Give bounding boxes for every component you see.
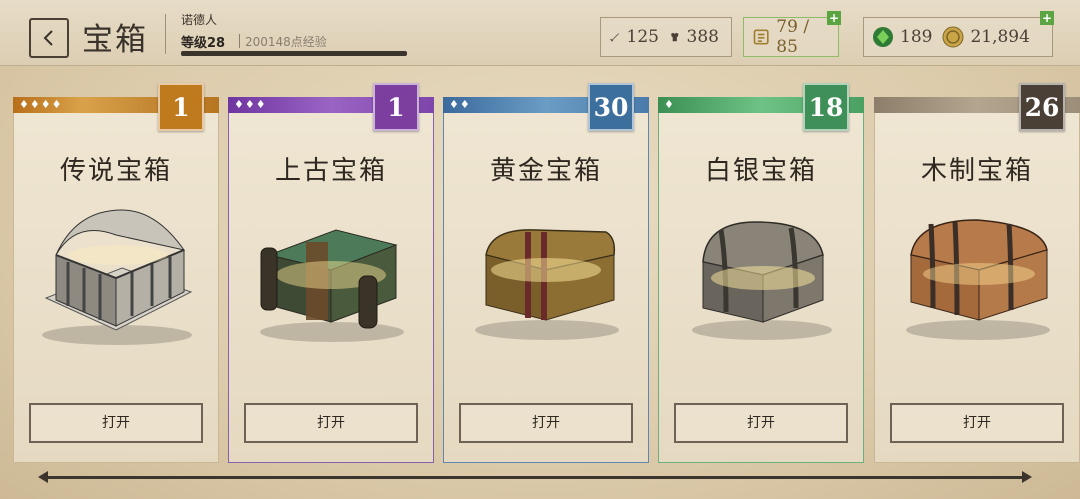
chevron-left-icon xyxy=(43,30,53,46)
back-button[interactable] xyxy=(29,18,69,58)
chest-count-badge: 18 xyxy=(803,83,849,131)
rarity-diamonds: ♦ xyxy=(664,98,675,111)
bag-icon xyxy=(753,29,769,45)
open-chest-button[interactable]: 打开 xyxy=(244,403,418,443)
armor-icon xyxy=(671,32,679,42)
chest-name: 木制宝箱 xyxy=(920,156,1033,186)
currency-stats: 189 21,894 xyxy=(863,17,1053,57)
gold-value: 21,894 xyxy=(970,27,1030,47)
chest-card-wood[interactable]: 26 木制宝箱 打开 xyxy=(874,83,1080,463)
combat-stats: 125 388 xyxy=(600,17,732,57)
wooden-chest-icon xyxy=(906,219,1050,340)
title-divider xyxy=(165,14,166,54)
horizontal-scrollbar[interactable] xyxy=(42,476,1028,479)
exp-progress-bar xyxy=(181,51,407,56)
player-name: 诺德人 xyxy=(181,13,218,27)
chest-card-legendary[interactable]: ♦♦♦♦ 1 传说宝箱 打开 xyxy=(13,83,219,463)
player-exp: 200148点经验 xyxy=(245,35,327,49)
chest-name: 上古宝箱 xyxy=(274,156,387,186)
chest-name: 白银宝箱 xyxy=(704,156,817,186)
capacity-stat[interactable]: 79 / 85 xyxy=(743,17,839,57)
chest-card-ancient[interactable]: ♦♦♦ 1 上古宝箱 打开 xyxy=(228,83,434,463)
open-chest-button[interactable]: 打开 xyxy=(29,403,203,443)
rarity-diamonds: ♦♦ xyxy=(449,98,471,111)
legendary-chest-icon xyxy=(42,209,193,345)
player-level: 等级28 xyxy=(181,36,226,51)
attack-value: 125 xyxy=(626,27,659,47)
rarity-diamonds: ♦♦♦♦ xyxy=(19,98,63,111)
gem-icon xyxy=(873,27,893,47)
chest-card-silver[interactable]: ♦ 18 白银宝箱 打开 xyxy=(658,83,864,463)
chest-card-gold[interactable]: ♦♦ 30 黄金宝箱 打开 xyxy=(443,83,649,463)
open-chest-button[interactable]: 打开 xyxy=(674,403,848,443)
top-bar: 宝箱 诺德人 等级28 200148点经验 125 388 79 / 85 + … xyxy=(0,0,1080,66)
chest-count-badge: 1 xyxy=(373,83,419,131)
silver-chest-icon xyxy=(692,221,832,340)
capacity-value: 79 / 85 xyxy=(776,17,810,57)
gold-coin-icon xyxy=(942,26,964,48)
sword-icon xyxy=(610,32,619,42)
gems-value: 189 xyxy=(900,27,933,47)
chest-name: 黄金宝箱 xyxy=(489,156,602,186)
defense-value: 388 xyxy=(686,27,719,47)
exp-divider xyxy=(239,34,240,48)
ancient-chest-icon xyxy=(260,229,404,342)
scroll-right-arrow[interactable] xyxy=(1022,471,1032,483)
chest-name: 传说宝箱 xyxy=(59,156,172,186)
open-chest-button[interactable]: 打开 xyxy=(459,403,633,443)
open-chest-button[interactable]: 打开 xyxy=(890,403,1064,443)
gold-chest-icon xyxy=(475,229,619,340)
add-gold-button[interactable]: + xyxy=(1040,11,1054,25)
add-capacity-button[interactable]: + xyxy=(827,11,841,25)
chest-count-badge: 26 xyxy=(1019,83,1065,131)
chest-count-badge: 1 xyxy=(158,83,204,131)
chest-count-badge: 30 xyxy=(588,83,634,131)
page-title: 宝箱 xyxy=(82,22,148,58)
rarity-diamonds: ♦♦♦ xyxy=(234,98,267,111)
